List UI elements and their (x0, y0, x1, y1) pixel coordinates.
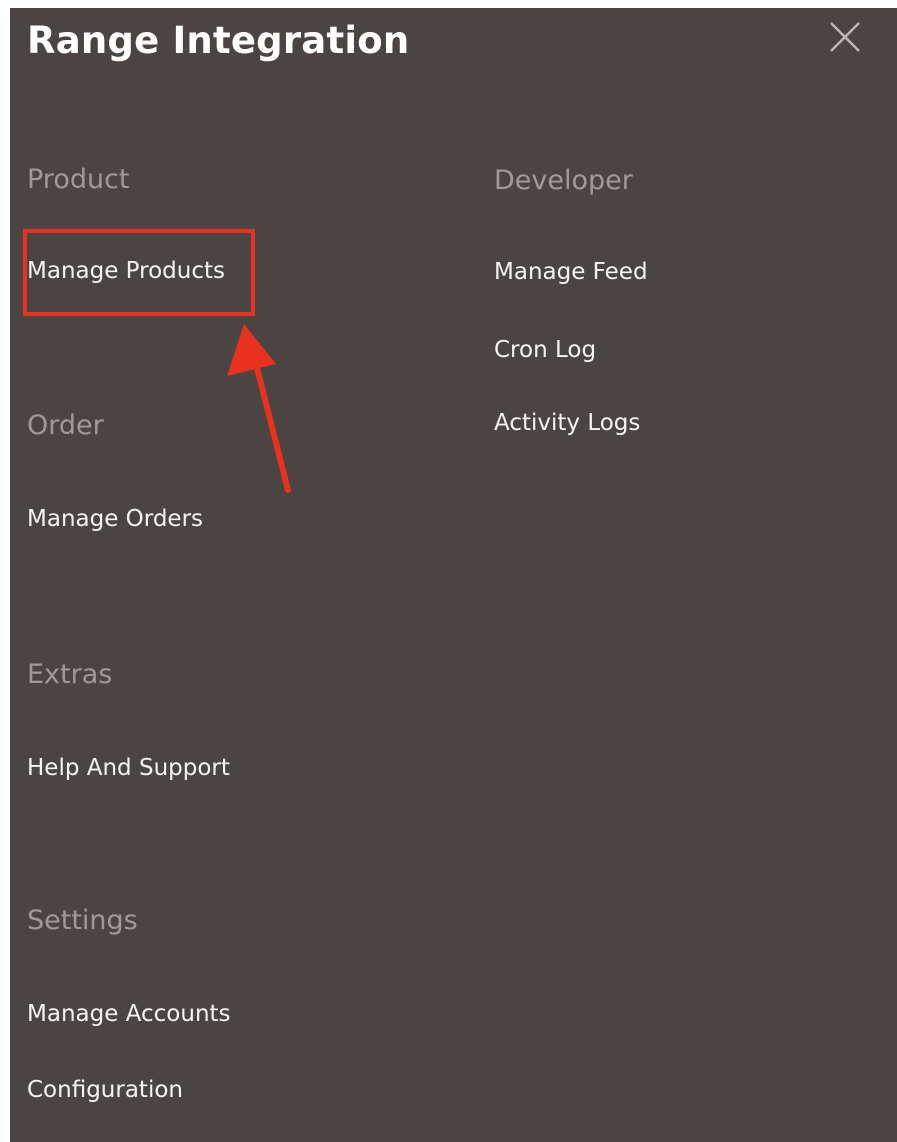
close-icon[interactable] (828, 20, 862, 54)
section-heading-developer: Developer (494, 165, 633, 196)
section-heading-product: Product (27, 164, 130, 195)
menu-item-manage-feed[interactable]: Manage Feed (494, 257, 648, 287)
menu-item-configuration[interactable]: Configuration (27, 1075, 183, 1105)
annotation-arrow-icon (225, 318, 300, 498)
highlight-box (23, 229, 255, 316)
menu-item-help-and-support[interactable]: Help And Support (27, 753, 230, 783)
section-heading-order: Order (27, 410, 104, 441)
section-heading-settings: Settings (27, 905, 138, 936)
panel-title: Range Integration (27, 19, 410, 62)
menu-item-manage-orders[interactable]: Manage Orders (27, 504, 203, 534)
menu-item-activity-logs[interactable]: Activity Logs (494, 408, 640, 438)
menu-item-cron-log[interactable]: Cron Log (494, 335, 596, 365)
section-heading-extras: Extras (27, 659, 113, 690)
menu-item-manage-accounts[interactable]: Manage Accounts (27, 999, 231, 1029)
menu-panel: Range Integration Product Manage Product… (10, 8, 897, 1142)
